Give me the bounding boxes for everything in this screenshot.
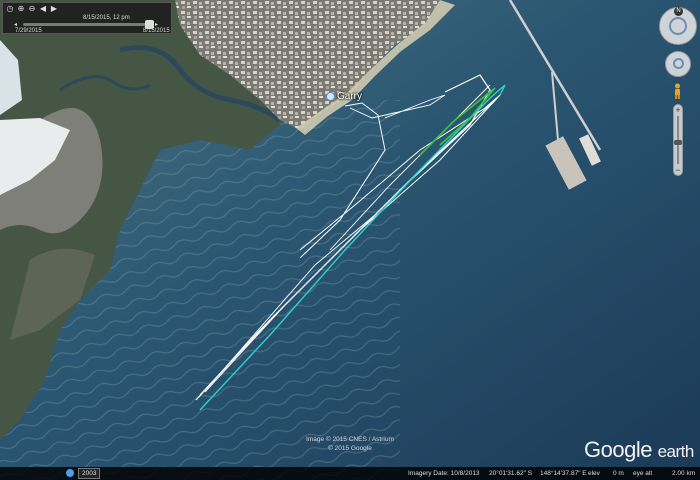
placemark-label: Garry — [337, 91, 362, 102]
step-back-icon[interactable]: ◂ — [14, 21, 17, 28]
imagery-credits: Image © 2015 CNES / Astrium © 2015 Googl… — [306, 435, 394, 453]
time-slider-start: 7/29/2015 — [15, 28, 42, 34]
eye-icon[interactable] — [669, 17, 687, 35]
latitude: 20°01'31.62" S — [489, 470, 533, 477]
step-forward-icon[interactable]: ▸ — [155, 21, 158, 28]
zoom-in-icon[interactable]: ⊕ — [17, 5, 25, 13]
google-earth-logo: Google earth — [584, 437, 694, 463]
zoom-in-button[interactable]: + — [674, 105, 682, 115]
historical-imagery-box[interactable]: 2003 — [78, 468, 101, 479]
zoom-knob[interactable] — [674, 139, 682, 145]
placemark-garry[interactable]: Garry — [326, 91, 362, 102]
credits-line-2: © 2015 Google — [328, 445, 372, 452]
status-bar: 2003 Imagery Date: 10/8/2013 20°01'31.62… — [0, 467, 700, 480]
credits-line-1: Image © 2015 CNES / Astrium — [306, 436, 394, 443]
look-compass[interactable]: N — [659, 7, 697, 45]
time-slider-toolbar: ◷ ⊕ ⊖ ◀ ▶ — [6, 5, 58, 13]
eye-alt-label: eye alt — [633, 470, 653, 477]
longitude: 148°14'37.87" E — [540, 470, 587, 477]
satellite-map[interactable] — [0, 0, 700, 480]
logo-google: Google — [584, 437, 652, 462]
forward-icon[interactable]: ▶ — [50, 5, 58, 13]
time-slider-end: 8/15/2015 — [143, 28, 170, 34]
zoom-out-icon[interactable]: ⊖ — [28, 5, 36, 13]
elevation-label: elev — [588, 470, 600, 477]
back-icon[interactable]: ◀ — [39, 5, 47, 13]
pegman-icon[interactable] — [673, 83, 682, 99]
time-slider-track[interactable] — [23, 23, 153, 26]
hand-icon[interactable] — [673, 58, 684, 69]
move-control[interactable] — [665, 51, 691, 77]
placemark-pin-icon[interactable] — [326, 92, 335, 101]
zoom-slider[interactable]: + − — [673, 104, 683, 176]
eye-alt-value: 2.00 km — [672, 470, 696, 477]
imagery-date: Imagery Date: 10/8/2013 — [408, 470, 480, 477]
globe-icon[interactable] — [66, 469, 74, 477]
time-slider-panel[interactable]: ◷ ⊕ ⊖ ◀ ▶ 8/15/2015, 12 pm ◂ ▸ 7/29/2015… — [2, 2, 172, 34]
logo-earth: earth — [657, 442, 695, 461]
north-icon[interactable]: N — [674, 7, 683, 16]
zoom-out-button[interactable]: − — [674, 165, 682, 175]
elevation-value: 0 m — [613, 470, 624, 477]
clock-icon[interactable]: ◷ — [6, 5, 14, 13]
time-slider-current: 8/15/2015, 12 pm — [83, 15, 130, 21]
